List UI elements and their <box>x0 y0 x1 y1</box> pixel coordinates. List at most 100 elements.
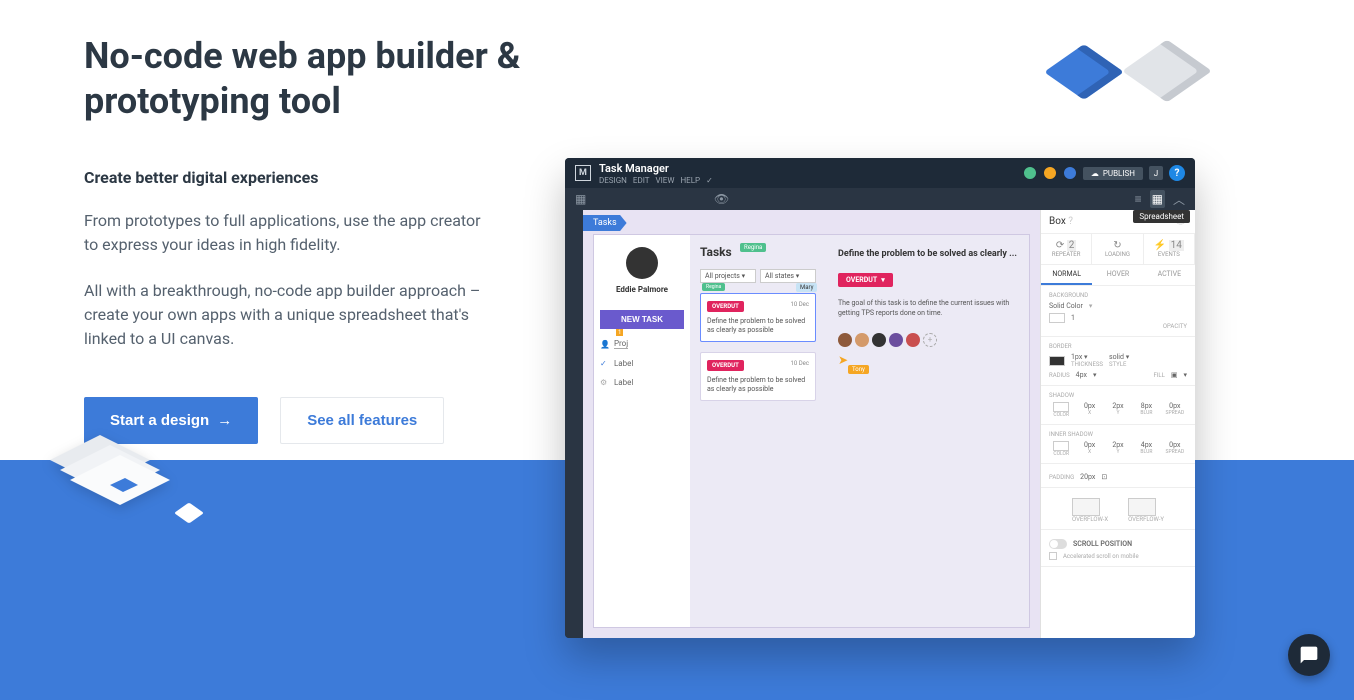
assignee-avatar[interactable] <box>838 333 852 347</box>
task-list-column: Tasks Regina All projects ▾ All states ▾… <box>694 235 822 627</box>
see-features-button[interactable]: See all features <box>280 397 444 444</box>
style-value[interactable]: solid <box>1109 353 1124 361</box>
shadow-color[interactable] <box>1053 402 1069 412</box>
menu-design[interactable]: DESIGN <box>599 176 627 185</box>
hero-paragraph-2: All with a breakthrough, no-code app bui… <box>84 279 484 351</box>
canvas[interactable]: Tasks Eddie Palmore NEW TASK 👤 Proj 1 ✓ … <box>583 210 1040 638</box>
loading-counter[interactable]: ↻LOADING <box>1092 234 1143 264</box>
list-view-icon[interactable]: ≡ <box>1135 192 1142 206</box>
inner-color[interactable] <box>1053 441 1069 451</box>
inner-x[interactable]: 0px <box>1077 441 1101 449</box>
task-date: 10 Dec <box>791 360 810 367</box>
inner-shadow-section: INNER SHADOW COLOR 0pxX 2pxY 4pxBLUR 0px… <box>1041 425 1195 464</box>
editor-toolbar: ▦ 👁 ≡ ▦ ︿ <box>565 188 1195 210</box>
hero-paragraph-1: From prototypes to full applications, us… <box>84 209 484 257</box>
radius-value[interactable]: 4px <box>1076 371 1087 379</box>
link-icon[interactable]: ⊡ <box>1101 473 1107 481</box>
task-text: Define the problem to be solved as clear… <box>707 317 809 335</box>
scroll-label: SCROLL POSITION <box>1073 540 1132 548</box>
nav-item-projects[interactable]: 👤 Proj 1 <box>600 339 684 349</box>
app-logo[interactable]: M <box>575 165 591 181</box>
assignee-avatar[interactable] <box>906 333 920 347</box>
border-color-swatch[interactable] <box>1049 356 1065 366</box>
check-icon: ✓ <box>600 359 610 368</box>
repeater-counter[interactable]: ⟳ 2REPEATER <box>1041 234 1092 264</box>
opacity-label: OPACITY <box>1049 323 1187 330</box>
tab-active[interactable]: ACTIVE <box>1144 265 1195 285</box>
color-swatch[interactable] <box>1049 313 1065 323</box>
section-label: SHADOW <box>1049 392 1187 399</box>
hero-subtitle: Create better digital experiences <box>84 168 544 187</box>
collaborator-avatar-1[interactable] <box>1023 166 1037 180</box>
chevron-up-icon[interactable]: ︿ <box>1173 191 1185 208</box>
shadow-blur[interactable]: 8px <box>1134 402 1158 410</box>
assignee-avatar[interactable] <box>872 333 886 347</box>
opacity-value[interactable]: 1 <box>1071 314 1075 322</box>
info-icon[interactable]: ? <box>1068 216 1073 227</box>
overflow-x-box[interactable] <box>1072 498 1100 516</box>
layout-icon[interactable]: ▦ <box>575 192 586 206</box>
collaborator-avatar-2[interactable] <box>1043 166 1057 180</box>
username: Eddie Palmore <box>600 285 684 294</box>
decorative-cube-blue <box>1044 44 1124 100</box>
accel-checkbox[interactable] <box>1049 552 1057 560</box>
detail-overdue-badge[interactable]: OVERDUT▾ <box>838 273 893 287</box>
preview-icon[interactable]: 👁 <box>714 192 729 206</box>
inner-spread[interactable]: 0px <box>1163 441 1187 449</box>
menu-edit[interactable]: EDIT <box>633 176 650 185</box>
shadow-x[interactable]: 0px <box>1077 402 1101 410</box>
overflow-section: OVERFLOW-X OVERFLOW-Y <box>1041 488 1195 530</box>
nav-item-label-1[interactable]: ✓ Label <box>600 359 684 368</box>
grid-view-icon[interactable]: ▦ <box>1150 190 1165 208</box>
inner-blur[interactable]: 4px <box>1134 441 1158 449</box>
filter-projects[interactable]: All projects ▾ <box>700 269 756 283</box>
collaborator-avatar-3[interactable] <box>1063 166 1077 180</box>
properties-panel: Box ? 👁 ⟳ 2REPEATER ↻LOADING ⚡ 14EVENTS … <box>1040 210 1195 638</box>
menu-check-icon: ✓ <box>706 176 713 185</box>
task-sidebar: Eddie Palmore NEW TASK 👤 Proj 1 ✓ Label … <box>594 235 690 627</box>
state-tabs: NORMAL HOVER ACTIVE <box>1041 265 1195 286</box>
shadow-section: SHADOW COLOR 0pxX 2pxY 8pxBLUR 0pxSPREAD <box>1041 386 1195 425</box>
overdue-badge: OVERDUT <box>707 301 744 312</box>
detail-title: Define the problem to be solved as clear… <box>838 249 1019 259</box>
editor-topbar: M Task Manager DESIGN EDIT VIEW HELP ✓ ☁… <box>565 158 1195 188</box>
tab-normal[interactable]: NORMAL <box>1041 265 1092 285</box>
scroll-toggle[interactable] <box>1049 539 1067 549</box>
shadow-y[interactable]: 2px <box>1106 402 1130 410</box>
section-label: BACKGROUND <box>1049 292 1187 299</box>
fill-toggle[interactable]: ▣ <box>1171 371 1178 379</box>
padding-label: PADDING <box>1049 474 1074 481</box>
add-assignee-button[interactable]: + <box>923 333 937 347</box>
tab-hover[interactable]: HOVER <box>1092 265 1143 285</box>
section-label: INNER SHADOW <box>1049 431 1187 438</box>
shadow-spread[interactable]: 0px <box>1163 402 1187 410</box>
menu-help[interactable]: HELP <box>680 176 700 185</box>
nav-item-label-2[interactable]: ⚙ Label <box>600 378 684 387</box>
events-counter[interactable]: ⚡ 14EVENTS <box>1144 234 1195 264</box>
new-task-button[interactable]: NEW TASK <box>600 310 684 329</box>
help-button[interactable]: ? <box>1169 165 1185 181</box>
padding-value[interactable]: 20px <box>1080 473 1095 481</box>
thickness-value[interactable]: 1px <box>1071 353 1082 361</box>
chat-button[interactable] <box>1288 634 1330 676</box>
background-section: BACKGROUND Solid Color ▾ 1 OPACITY <box>1041 286 1195 337</box>
inner-y[interactable]: 2px <box>1106 441 1130 449</box>
overflow-y-box[interactable] <box>1128 498 1156 516</box>
bg-type[interactable]: Solid Color <box>1049 302 1083 310</box>
user-menu[interactable]: J <box>1149 166 1163 180</box>
publish-button[interactable]: ☁ PUBLISH <box>1083 167 1143 180</box>
nav-badge: 1 <box>616 329 623 336</box>
cursor-tony: Tony <box>848 365 869 374</box>
assignee-avatar[interactable] <box>889 333 903 347</box>
gear-icon: ⚙ <box>600 378 610 387</box>
cursor-mary: Mary <box>796 283 817 292</box>
menu-view[interactable]: VIEW <box>656 176 675 185</box>
assignee-avatar[interactable] <box>855 333 869 347</box>
panel-counters: ⟳ 2REPEATER ↻LOADING ⚡ 14EVENTS <box>1041 234 1195 265</box>
task-card-2[interactable]: OVERDUT 10 Dec Define the problem to be … <box>700 352 816 401</box>
filter-states[interactable]: All states ▾ <box>760 269 816 283</box>
tab-tasks[interactable]: Tasks <box>583 215 627 231</box>
task-card-1[interactable]: OVERDUT 10 Dec Define the problem to be … <box>700 293 816 342</box>
decorative-isometric-stack <box>40 420 190 544</box>
user-avatar[interactable] <box>626 247 658 279</box>
